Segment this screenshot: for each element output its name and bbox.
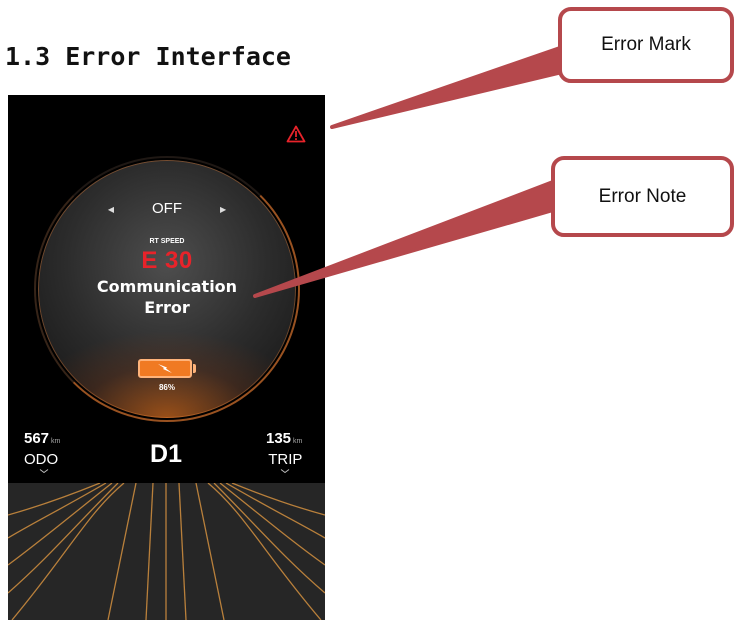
callout-error-mark: Error Mark — [601, 34, 691, 55]
callout-lines — [253, 7, 734, 298]
callout-error-note: Error Note — [598, 186, 687, 207]
